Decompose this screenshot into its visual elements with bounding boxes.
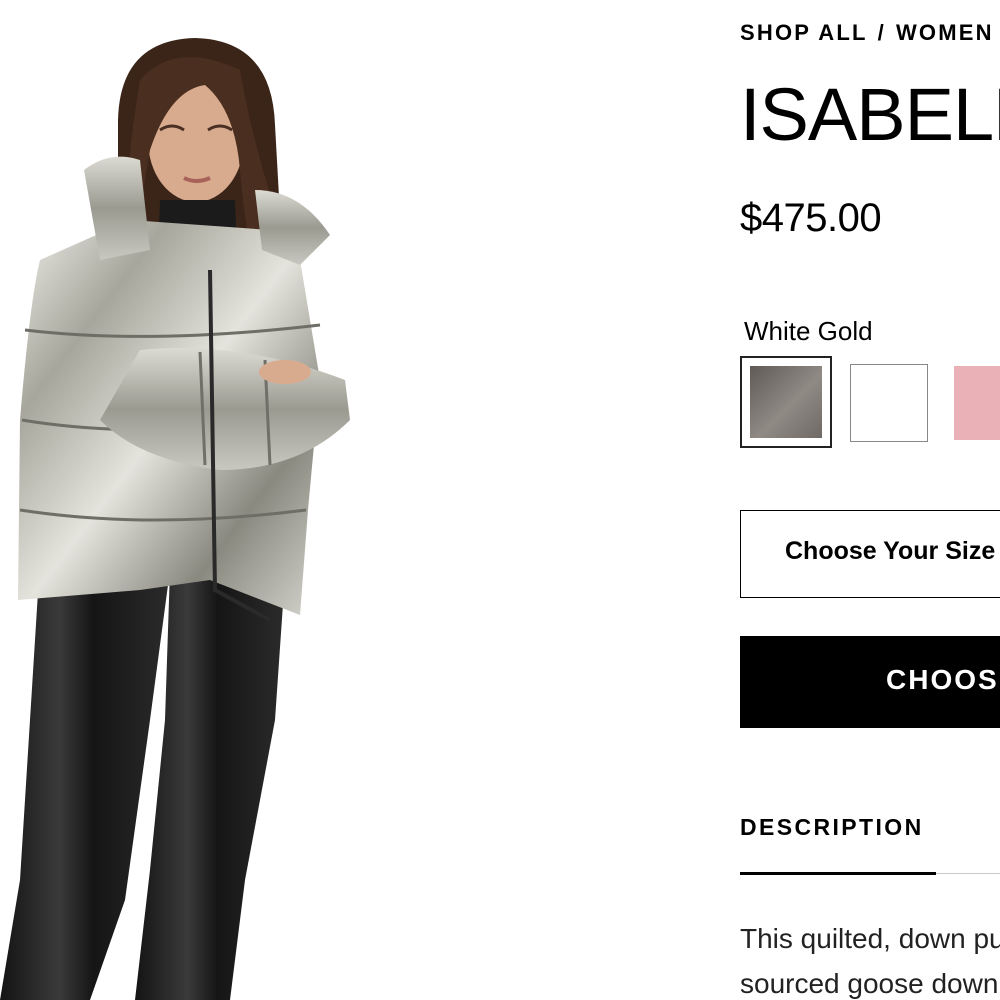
add-to-bag-button[interactable]: CHOOSE A SIZE — [740, 636, 1000, 728]
color-swatch-white[interactable] — [850, 364, 928, 442]
tab-divider — [936, 873, 1000, 874]
product-price: $475.00 — [740, 196, 882, 240]
breadcrumb-shop-all[interactable]: SHOP ALL — [740, 20, 868, 45]
cta-label: CHOOSE A SIZE — [886, 664, 1000, 695]
tab-active-indicator — [740, 872, 936, 875]
color-swatch-white-gold[interactable] — [740, 356, 832, 448]
selected-color-label: White Gold — [744, 316, 873, 346]
description-text: This quilted, down puffer uses responsib… — [740, 923, 1000, 999]
tab-description[interactable]: DESCRIPTION — [740, 814, 924, 841]
swatch-fill — [750, 366, 822, 438]
product-image[interactable] — [0, 0, 700, 1000]
swatch-fill — [954, 366, 1000, 440]
model-photo-illustration — [0, 38, 350, 1000]
color-swatch-pink[interactable] — [954, 364, 1000, 442]
breadcrumb-separator: / — [877, 20, 886, 45]
breadcrumb-women[interactable]: WOMEN — [896, 20, 994, 45]
product-info-panel: SHOP ALL / WOMEN ISABELLA $475.00 White Go… — [740, 0, 1000, 1000]
product-title: ISABELLA — [740, 73, 1000, 156]
size-select-dropdown[interactable]: Choose Your Size — [740, 510, 1000, 598]
size-select-placeholder: Choose Your Size — [785, 537, 996, 565]
breadcrumb: SHOP ALL / WOMEN — [740, 20, 994, 46]
